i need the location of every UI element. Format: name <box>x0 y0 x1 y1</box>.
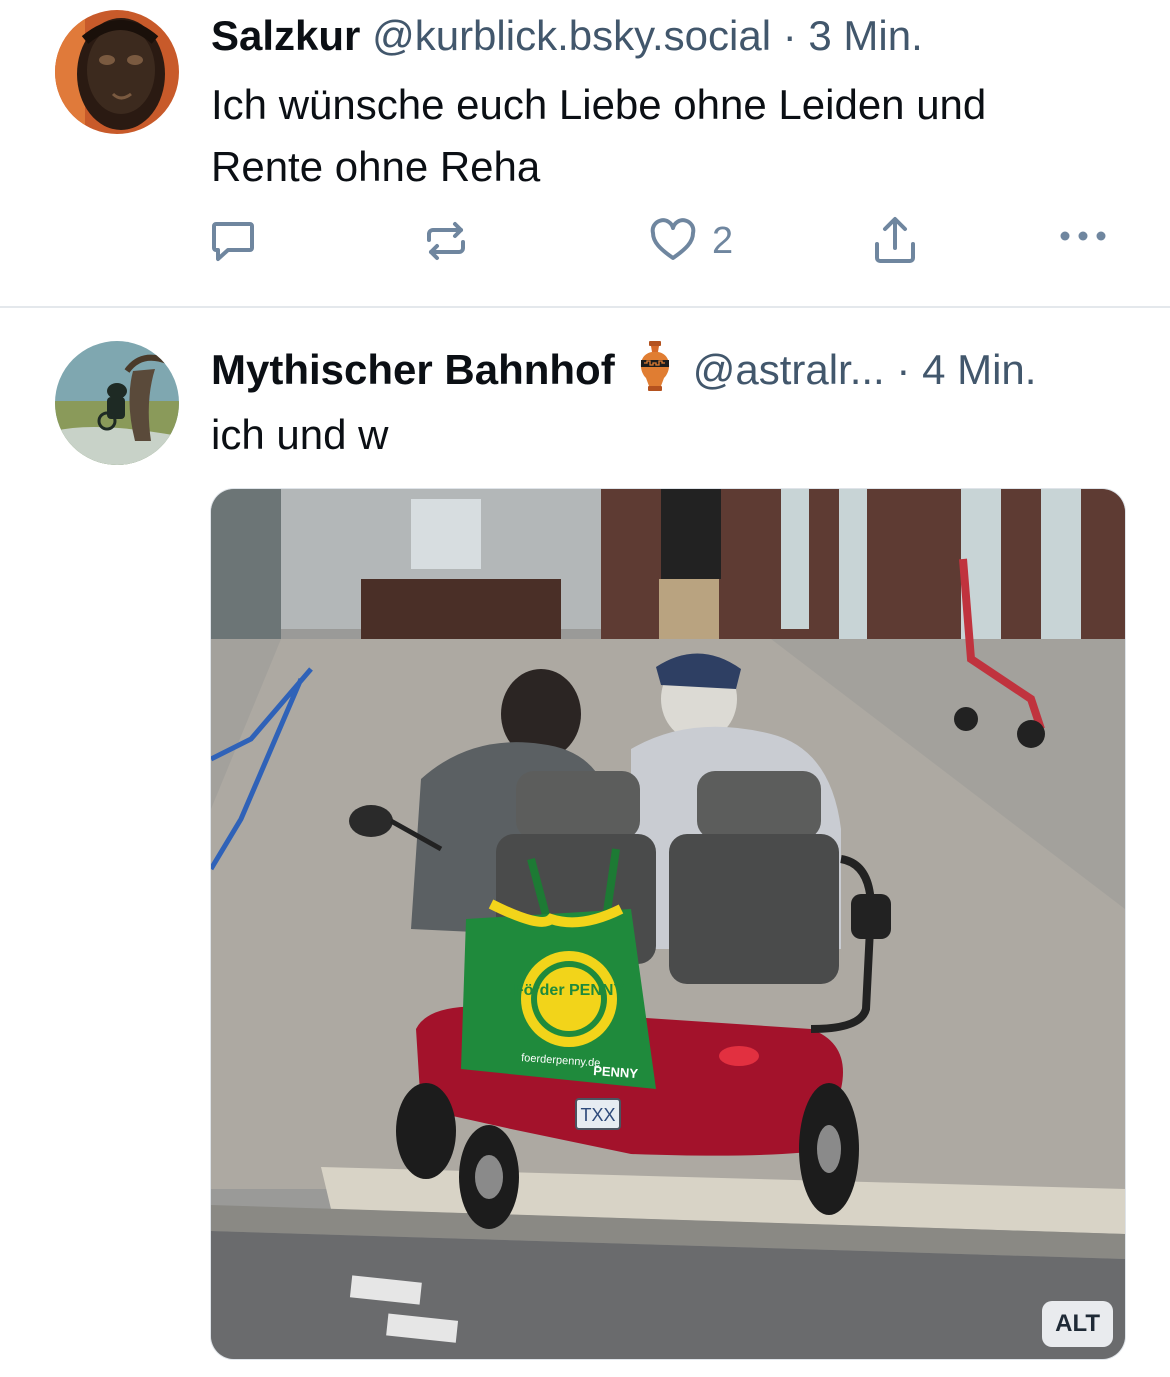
author-handle[interactable]: @kurblick.bsky.social <box>372 12 771 59</box>
separator-dot: · <box>896 346 911 393</box>
post-time[interactable]: 4 Min. <box>922 346 1036 393</box>
author-handle[interactable]: @astralr... <box>693 346 885 393</box>
author-avatar[interactable] <box>55 341 179 465</box>
like-count: 2 <box>712 219 734 262</box>
reply-icon <box>208 216 258 266</box>
like-button[interactable]: 2 <box>634 216 733 266</box>
share-icon <box>870 212 920 268</box>
bag-logo-text: Förder PENNY <box>514 982 625 999</box>
amphora-icon <box>637 340 673 404</box>
reply-button[interactable] <box>208 216 258 266</box>
separator-dot: · <box>782 12 797 59</box>
repost-button[interactable] <box>421 216 471 266</box>
bag-brand-text: PENNY <box>593 1063 639 1081</box>
more-icon <box>1058 226 1108 246</box>
post-header: Mythischer Bahnhof @astralr... · 4 Min. <box>211 340 1036 404</box>
post-text-line: Ich wünsche euch Liebe ohne Leiden und <box>211 81 987 128</box>
alt-text-button[interactable]: ALT <box>1042 1301 1113 1347</box>
post-text: Ich wünsche euch Liebe ohne Leiden und R… <box>211 74 1111 198</box>
license-plate-text: TXX <box>580 1105 615 1125</box>
share-button[interactable] <box>870 212 920 268</box>
author-avatar[interactable] <box>55 10 179 134</box>
post-header: Salzkur @kurblick.bsky.social · 3 Min. <box>211 10 923 62</box>
like-icon <box>648 216 698 266</box>
post-mythischer-bahnhof[interactable]: Mythischer Bahnhof @astralr... · 4 Min. … <box>0 308 1170 1377</box>
author-name[interactable]: Mythischer Bahnhof <box>211 346 615 393</box>
post-salzkur[interactable]: Salzkur @kurblick.bsky.social · 3 Min. I… <box>0 0 1170 306</box>
more-options-button[interactable] <box>1058 226 1108 246</box>
post-text: ich und w <box>211 411 389 458</box>
post-image[interactable]: TXX Förder PENNY foerderpenny.de PENNY A… <box>210 488 1126 1360</box>
post-text-line: Rente ohne Reha <box>211 143 541 190</box>
street-photo-illustration: TXX Förder PENNY foerderpenny.de PENNY <box>211 489 1125 1359</box>
author-name[interactable]: Salzkur <box>211 12 360 59</box>
post-actions: 2 <box>0 212 1170 272</box>
post-time[interactable]: 3 Min. <box>808 12 922 59</box>
repost-icon <box>421 216 471 266</box>
